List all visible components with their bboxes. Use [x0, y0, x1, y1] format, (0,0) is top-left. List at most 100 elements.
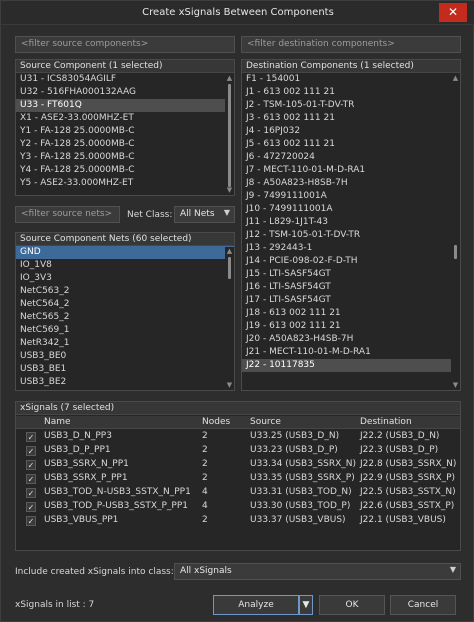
dialog-title: Create xSignals Between Components [142, 7, 334, 18]
source-net-item[interactable]: USB3_BE1 [16, 363, 234, 376]
destination-component-item[interactable]: J14 - PCIE-098-02-F-D-TH [242, 255, 460, 268]
source-net-item[interactable]: NetC565_2 [16, 311, 234, 324]
analyze-dropdown-button[interactable]: ▼ [299, 595, 313, 615]
source-component-item[interactable]: Y5 - ASE2-33.000MHZ-ET [16, 177, 234, 190]
source-nets-scrollbar[interactable]: ▲ ▼ [225, 247, 234, 390]
destination-component-item[interactable]: J16 - LTI-SASF54GT [242, 281, 460, 294]
destination-component-item[interactable]: J20 - A50A823-H4SB-7H [242, 333, 460, 346]
xsignal-row[interactable]: ✓ USB3_VBUS_PP1 2 U33.37 (USB3_VBUS) J22.1 (… [16, 514, 460, 528]
analyze-button[interactable]: Analyze [213, 595, 299, 615]
destination-component-item[interactable]: F1 - 154001 [242, 73, 460, 86]
destination-component-item[interactable]: J13 - 292443-1 [242, 242, 460, 255]
destination-component-item[interactable]: J15 - LTI-SASF54GT [242, 268, 460, 281]
destination-component-item[interactable]: J19 - 613 002 111 21 [242, 320, 460, 333]
scroll-down-icon[interactable]: ▼ [451, 381, 460, 390]
destination-components-scrollbar[interactable]: ▲ ▼ [451, 74, 460, 390]
close-button[interactable]: ✕ [439, 3, 467, 22]
column-destination[interactable]: Destination [360, 417, 412, 427]
xsignal-checkbox[interactable]: ✓ [26, 502, 36, 512]
source-component-item[interactable]: U32 - 516FHA000132AAG [16, 86, 234, 99]
destination-components-header: Destination Components (1 selected) [242, 60, 460, 73]
scroll-thumb[interactable] [228, 84, 231, 187]
source-net-item[interactable]: USB3_BE2 [16, 376, 234, 389]
source-component-item[interactable]: U31 - ICS83054AGILF [16, 73, 234, 86]
source-net-item[interactable]: GND [16, 246, 234, 259]
scroll-up-icon[interactable]: ▲ [451, 74, 460, 83]
source-net-item[interactable]: NetR342_1 [16, 337, 234, 350]
xsignal-row[interactable]: ✓ USB3_D_N_PP3 2 U33.25 (USB3_D_N) J22.2 (US… [16, 430, 460, 444]
xsignal-row[interactable]: ✓ USB3_TOD_P-USB3_SSTX_P_PP1 4 U33.30 (USB3… [16, 500, 460, 514]
source-component-item[interactable]: Y1 - FA-128 25.0000MB-C [16, 125, 234, 138]
destination-component-item[interactable]: J21 - MECT-110-01-M-D-RA1 [242, 346, 460, 359]
source-net-item[interactable]: NetC569_1 [16, 324, 234, 337]
xsignal-source: U33.30 (USB3_TOD_P) [250, 501, 351, 511]
source-component-item[interactable]: Y4 - FA-128 25.0000MB-C [16, 164, 234, 177]
destination-component-item[interactable]: J17 - LTI-SASF54GT [242, 294, 460, 307]
destination-component-item[interactable]: J11 - L829-1J1T-43 [242, 216, 460, 229]
xsignal-checkbox[interactable]: ✓ [26, 460, 36, 470]
xsignal-checkbox[interactable]: ✓ [26, 446, 36, 456]
destination-component-item[interactable]: J3 - 613 002 111 21 [242, 112, 460, 125]
source-net-item[interactable]: IO_1V8 [16, 259, 234, 272]
source-component-item[interactable]: X1 - ASE2-33.000MHZ-ET [16, 112, 234, 125]
scroll-down-icon[interactable]: ▼ [225, 186, 234, 195]
xsignal-checkbox[interactable]: ✓ [26, 432, 36, 442]
xsignal-checkbox[interactable]: ✓ [26, 516, 36, 526]
scroll-thumb[interactable] [454, 245, 457, 259]
cancel-button[interactable]: Cancel [390, 595, 456, 615]
column-nodes[interactable]: Nodes [202, 417, 230, 427]
source-net-item[interactable]: NetC563_2 [16, 285, 234, 298]
column-name[interactable]: Name [44, 417, 71, 427]
scroll-up-icon[interactable]: ▲ [225, 74, 234, 83]
xsignal-checkbox[interactable]: ✓ [26, 474, 36, 484]
xsignals-table: xSignals (7 selected) Name Nodes Source … [15, 401, 461, 551]
scroll-up-icon[interactable]: ▲ [225, 247, 234, 256]
scroll-down-icon[interactable]: ▼ [225, 381, 234, 390]
destination-component-item[interactable]: J8 - A50A823-H8SB-7H [242, 177, 460, 190]
net-class-label: Net Class: [127, 210, 173, 220]
include-class-dropdown[interactable]: All xSignals ▼ [174, 563, 461, 580]
chevron-down-icon: ▼ [223, 208, 230, 217]
destination-component-item[interactable]: J22 - 10117835 [242, 359, 460, 372]
source-component-item[interactable]: U33 - FT601Q [16, 99, 234, 112]
scroll-thumb[interactable] [228, 257, 231, 279]
ok-button[interactable]: OK [319, 595, 385, 615]
destination-component-item[interactable]: J4 - 16PJ032 [242, 125, 460, 138]
xsignal-name: USB3_TOD_N-USB3_SSTX_N_PP1 [44, 487, 191, 497]
title-bar: Create xSignals Between Components ✕ [1, 1, 474, 25]
destination-component-item[interactable]: J2 - TSM-105-01-T-DV-TR [242, 99, 460, 112]
source-components-list[interactable]: Source Component (1 selected) U31 - ICS8… [15, 59, 235, 196]
destination-components-list[interactable]: Destination Components (1 selected) F1 -… [241, 59, 461, 391]
destination-component-item[interactable]: J10 - 7499111001A [242, 203, 460, 216]
source-components-filter-input[interactable]: <filter source components> [15, 36, 235, 53]
xsignal-row[interactable]: ✓ USB3_D_P_PP1 2 U33.23 (USB3_D_P) J22.3 (US… [16, 444, 460, 458]
destination-component-item[interactable]: J1 - 613 002 111 21 [242, 86, 460, 99]
source-component-item[interactable]: Y3 - FA-128 25.0000MB-C [16, 151, 234, 164]
xsignal-checkbox[interactable]: ✓ [26, 488, 36, 498]
source-net-item[interactable]: NetC564_2 [16, 298, 234, 311]
source-nets-list[interactable]: Source Component Nets (60 selected) GND I… [15, 232, 235, 391]
destination-component-item[interactable]: J18 - 613 002 111 21 [242, 307, 460, 320]
net-class-dropdown[interactable]: All Nets ▼ [174, 206, 235, 223]
destination-component-item[interactable]: J5 - 613 002 111 21 [242, 138, 460, 151]
destination-component-item[interactable]: J12 - TSM-105-01-T-DV-TR [242, 229, 460, 242]
xsignal-row[interactable]: ✓ USB3_SSRX_N_PP1 2 U33.34 (USB3_SSRX_N) J22… [16, 458, 460, 472]
xsignal-nodes: 2 [202, 431, 208, 441]
xsignal-row[interactable]: ✓ USB3_TOD_N-USB3_SSTX_N_PP1 4 U33.31 (USB3… [16, 486, 460, 500]
column-source[interactable]: Source [250, 417, 281, 427]
xsignal-row[interactable]: ✓ USB3_SSRX_P_PP1 2 U33.35 (USB3_SSRX_P) J22… [16, 472, 460, 486]
destination-component-item[interactable]: J9 - 7499111001A [242, 190, 460, 203]
source-net-item[interactable]: USB3_BE0 [16, 350, 234, 363]
source-components-header: Source Component (1 selected) [16, 60, 234, 73]
source-net-item[interactable]: IO_3V3 [16, 272, 234, 285]
destination-components-filter-input[interactable]: <filter destination components> [241, 36, 461, 53]
chevron-down-icon: ▼ [302, 600, 310, 610]
source-component-item[interactable]: Y2 - FA-128 25.0000MB-C [16, 138, 234, 151]
source-nets-header: Source Component Nets (60 selected) [16, 233, 234, 246]
xsignal-source: U33.37 (USB3_VBUS) [250, 515, 346, 525]
destination-component-item[interactable]: J6 - 472720024 [242, 151, 460, 164]
destination-component-item[interactable]: J7 - MECT-110-01-M-D-RA1 [242, 164, 460, 177]
source-nets-filter-input[interactable]: <filter source nets> [15, 206, 120, 223]
xsignal-nodes: 2 [202, 459, 208, 469]
source-components-scrollbar[interactable]: ▲ ▼ [225, 74, 234, 195]
